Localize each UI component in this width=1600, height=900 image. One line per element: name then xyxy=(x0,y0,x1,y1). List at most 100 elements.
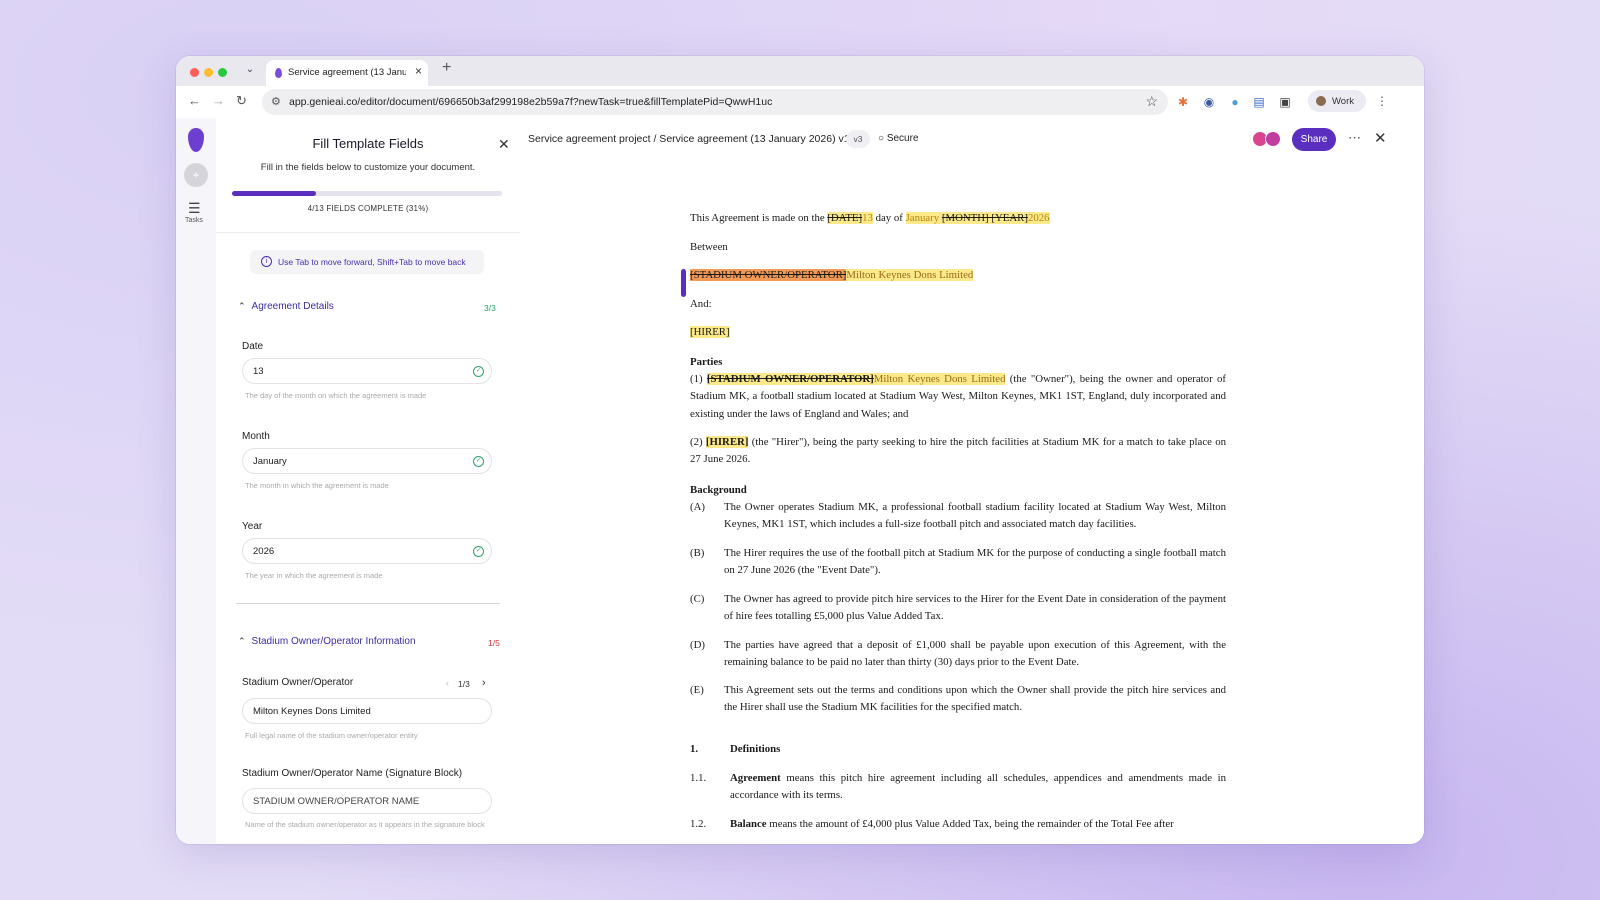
parties-heading: Parties xyxy=(690,356,723,368)
hint-text: Use Tab to move forward, Shift+Tab to mo… xyxy=(278,257,466,267)
active-field-marker xyxy=(681,269,686,297)
section-divider xyxy=(236,603,500,604)
chevron-up-icon: ⌃ xyxy=(238,301,246,311)
clause-number: 1. xyxy=(690,743,699,755)
check-circle-icon: ✓ xyxy=(473,546,484,557)
filled-value[interactable]: Milton Keynes Dons Limited xyxy=(873,373,1006,385)
tasks-menu-icon[interactable]: ☰ xyxy=(188,200,201,217)
clause-number: 1.2. xyxy=(690,818,707,830)
month-field[interactable]: January xyxy=(242,448,492,474)
tab-search-chevron-icon[interactable]: ⌄ xyxy=(242,62,258,78)
clause-number: 1.1. xyxy=(690,772,707,784)
template-tag[interactable]: [HIRER] xyxy=(690,326,730,338)
item-text: The Owner has agreed to provide pitch hi… xyxy=(724,593,1226,623)
secure-indicator: ○ Secure xyxy=(878,133,919,144)
extension-badge-icon[interactable]: ● xyxy=(1228,95,1242,109)
party-text: (the "Hirer"), being the party seeking t… xyxy=(690,436,1226,466)
field-label-month: Month xyxy=(242,431,270,442)
browser-toolbar: ← → ↻ ⚙ app.genieai.co/editor/document/6… xyxy=(176,86,1424,119)
and-line: And: xyxy=(690,298,712,310)
share-button[interactable]: Share xyxy=(1292,128,1336,151)
minimize-window-button[interactable] xyxy=(204,68,213,77)
item-text: This Agreement sets out the terms and co… xyxy=(724,684,1226,714)
section-stadium-owner[interactable]: ⌃ Stadium Owner/Operator Information xyxy=(238,636,416,647)
reload-icon[interactable]: ↻ xyxy=(236,93,247,109)
template-tag[interactable]: [MONTH] [YEAR] xyxy=(941,212,1028,224)
panel-close-icon[interactable]: ✕ xyxy=(498,136,510,153)
version-badge[interactable]: v3 xyxy=(846,130,870,148)
item-label: (C) xyxy=(690,593,705,605)
section-title: Stadium Owner/Operator Information xyxy=(251,636,416,647)
url-text[interactable]: app.genieai.co/editor/document/696650b3a… xyxy=(289,96,772,108)
tab-close-icon[interactable]: × xyxy=(415,64,422,78)
field-label-owner: Stadium Owner/Operator xyxy=(242,677,354,688)
panel-title: Fill Template Fields xyxy=(312,136,424,151)
doc-text: day of xyxy=(872,212,906,224)
year-field[interactable]: 2026 xyxy=(242,538,492,564)
item-label: (D) xyxy=(690,639,705,651)
tab-strip: ⌄ Service agreement (13 January 2026) v1… xyxy=(176,56,1424,86)
breadcrumb[interactable]: Service agreement project / Service agre… xyxy=(528,133,850,145)
document-page[interactable]: This Agreement is made on the [DATE]13 d… xyxy=(690,210,1226,844)
progress-bar xyxy=(232,191,502,196)
field-help-date: The day of the month on which the agreem… xyxy=(245,391,427,400)
left-rail: + ☰ Tasks xyxy=(176,118,217,844)
party-1: (1) [STADIUM OWNER/OPERATOR]Milton Keyne… xyxy=(690,371,1226,423)
definition-body: means this pitch hire agreement includin… xyxy=(730,772,1226,802)
claude-extension-icon[interactable]: ✱ xyxy=(1176,95,1190,109)
genie-logo-icon[interactable] xyxy=(188,128,204,152)
site-settings-icon[interactable]: ⚙ xyxy=(271,95,281,108)
browser-menu-icon[interactable]: ⋮ xyxy=(1376,94,1388,108)
keyboard-hint: i Use Tab to move forward, Shift+Tab to … xyxy=(250,250,484,274)
definition-text: Balance means the amount of £4,000 plus … xyxy=(730,816,1226,833)
template-tag[interactable]: [STADIUM OWNER/OPERATOR] xyxy=(706,373,874,385)
more-options-icon[interactable]: ⋯ xyxy=(1348,130,1361,146)
password-manager-icon[interactable]: ◉ xyxy=(1202,95,1216,109)
close-window-button[interactable] xyxy=(190,68,199,77)
zoom-window-button[interactable] xyxy=(218,68,227,77)
close-document-icon[interactable]: ✕ xyxy=(1374,129,1387,147)
stadium-owner-field[interactable]: Milton Keynes Dons Limited xyxy=(242,698,492,724)
pager-next-icon[interactable]: › xyxy=(482,677,486,689)
filled-value[interactable]: 2026 xyxy=(1027,212,1050,224)
party-num: (2) xyxy=(690,436,706,448)
extensions-puzzle-icon[interactable]: ▣ xyxy=(1278,95,1292,109)
new-tab-button[interactable]: + xyxy=(442,59,451,77)
template-tag-selected[interactable]: [STADIUM OWNER/OPERATOR] xyxy=(690,269,847,281)
item-text: The parties have agreed that a deposit o… xyxy=(724,639,1226,669)
back-icon[interactable]: ← xyxy=(188,93,201,108)
avatar xyxy=(1316,96,1326,106)
address-bar[interactable]: ⚙ app.genieai.co/editor/document/696650b… xyxy=(262,89,1168,115)
field-help-signature: Name of the stadium owner/operator as it… xyxy=(245,820,485,829)
chevron-up-icon: ⌃ xyxy=(238,636,246,646)
profile-button[interactable]: Work xyxy=(1308,90,1366,112)
definition-text: Agreement means this pitch hire agreemen… xyxy=(730,770,1226,805)
add-icon[interactable]: + xyxy=(184,163,208,187)
filled-value[interactable]: Milton Keynes Dons Limited xyxy=(846,269,974,281)
party-2: (2) [HIRER] (the "Hirer"), being the par… xyxy=(690,434,1226,469)
section-count: 1/5 xyxy=(488,638,500,648)
template-tag[interactable]: [DATE] xyxy=(827,212,863,224)
section-agreement-details[interactable]: ⌃ Agreement Details xyxy=(238,301,334,312)
check-circle-icon: ✓ xyxy=(473,456,484,467)
panel-subtitle: Fill in the fields below to customize yo… xyxy=(260,162,476,173)
item-label: (A) xyxy=(690,501,705,513)
field-help-year: The year in which the agreement is made xyxy=(245,571,383,580)
signature-name-field[interactable]: STADIUM OWNER/OPERATOR NAME xyxy=(242,788,492,814)
info-icon: i xyxy=(261,256,272,267)
date-field[interactable]: 13 xyxy=(242,358,492,384)
filled-value[interactable]: January xyxy=(905,212,940,224)
tab-title: Service agreement (13 January 2026) v1 xyxy=(288,67,406,78)
collaborator-avatar[interactable] xyxy=(1265,131,1281,147)
forward-icon[interactable]: → xyxy=(212,93,225,108)
item-text: The Owner operates Stadium MK, a profess… xyxy=(724,501,1226,531)
shield-icon: ○ xyxy=(878,133,887,144)
browser-tab[interactable]: Service agreement (13 January 2026) v1 × xyxy=(266,60,428,86)
document-extension-icon[interactable]: ▤ xyxy=(1252,95,1266,109)
pager-prev-icon[interactable]: ‹ xyxy=(446,678,449,688)
section-count: 3/3 xyxy=(484,303,496,313)
bookmark-star-icon[interactable]: ☆ xyxy=(1145,93,1158,110)
defined-term: Agreement xyxy=(730,772,781,784)
template-tag[interactable]: [HIRER] xyxy=(705,436,749,448)
filled-value[interactable]: 13 xyxy=(862,212,873,224)
